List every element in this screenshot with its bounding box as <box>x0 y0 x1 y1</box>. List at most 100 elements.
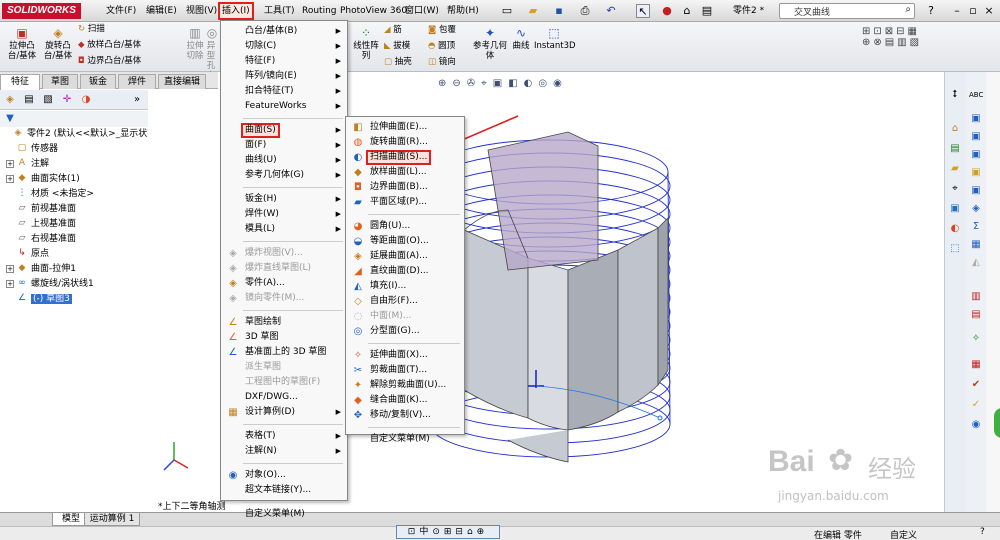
help-icon[interactable]: ? <box>924 4 938 18</box>
menu-3[interactable]: 插入(I) <box>218 2 254 20</box>
menu-item[interactable]: ▰ 平面区域(P)... <box>346 195 464 210</box>
menu-item[interactable]: ◉ 对象(O)... <box>221 468 347 483</box>
open-icon[interactable]: ▰ <box>526 4 540 18</box>
menu-item[interactable]: 模具(L) ▶ <box>221 222 347 237</box>
mirror-button[interactable]: ◫ 镜向 <box>428 57 468 67</box>
close-icon[interactable]: × <box>982 4 996 18</box>
traffic-light-icon[interactable]: ● <box>660 4 674 18</box>
expand-toggle[interactable]: + <box>6 264 14 273</box>
view-cube-back-icon[interactable]: ▣ <box>969 166 983 180</box>
view-palette-icon[interactable]: ⬚ <box>948 242 962 256</box>
tab-1[interactable]: 草图 <box>42 74 78 89</box>
instant3d-button[interactable]: ⬚ Instant3D <box>534 26 576 51</box>
menu-item[interactable]: ✥ 移动/复制(V)... <box>346 408 464 423</box>
options-icon[interactable]: ▤ <box>700 4 714 18</box>
validate-icon[interactable]: ✓ <box>969 398 983 412</box>
menu-item[interactable]: 自定义菜单(M) <box>221 507 347 522</box>
smart-fasteners-icon[interactable]: ✧ <box>969 332 983 346</box>
isometric-view-icon[interactable]: ◈ <box>969 202 983 216</box>
tree-item[interactable]: ↳ 原点 <box>6 247 49 261</box>
menu-item[interactable]: ∠ 草图绘制 <box>221 315 347 330</box>
help-status-icon[interactable]: ? <box>980 527 985 537</box>
menu-item[interactable]: ◒ 等距曲面(O)... <box>346 234 464 249</box>
render-icon[interactable]: ◉ <box>969 418 983 432</box>
menu-8[interactable]: 帮助(H) <box>445 4 481 18</box>
expand-toggle[interactable]: + <box>6 174 14 183</box>
tree-item[interactable]: + A 注解 <box>6 157 49 171</box>
menu-item[interactable]: DXF/DWG... <box>221 390 347 405</box>
view-cube-bottom-icon[interactable]: ▣ <box>969 184 983 198</box>
equation-icon[interactable]: ▦ <box>969 238 983 252</box>
tree-item[interactable]: + ◆ 曲面实体(1) <box>6 172 80 186</box>
tab-4[interactable]: 直接编辑 <box>158 74 206 89</box>
new-doc-icon[interactable]: ▭ <box>500 4 514 18</box>
curves-button[interactable]: ∿ 曲线 <box>508 26 534 51</box>
menu-item[interactable]: ✧ 延伸曲面(X)... <box>346 348 464 363</box>
bottom-tab-1[interactable]: 运动算例 1 <box>84 513 140 526</box>
menu-item[interactable]: 钣金(H) ▶ <box>221 192 347 207</box>
menu-item[interactable]: ◕ 圆角(U)... <box>346 219 464 234</box>
feature-manager-icon[interactable]: ◈ <box>3 93 17 107</box>
tab-0[interactable]: 特征 <box>0 74 40 90</box>
boundary-boss-button[interactable]: ◘ 边界凸台/基体 <box>78 56 178 66</box>
menu-4[interactable]: 工具(T) <box>262 4 297 18</box>
menu-item[interactable]: 自定义菜单(M) <box>346 432 464 447</box>
menu-item[interactable]: ◎ 分型面(G)... <box>346 324 464 339</box>
menu-item[interactable]: ◐ 扫描曲面(S)... <box>346 150 464 165</box>
menu-item[interactable]: ◆ 放样曲面(L)... <box>346 165 464 180</box>
menu-item[interactable]: 表格(T) ▶ <box>221 429 347 444</box>
expand-panel-icon[interactable]: » <box>130 93 144 107</box>
menu-7[interactable]: 窗口(W) <box>403 4 441 18</box>
spell-check-icon[interactable]: ABC <box>969 88 983 102</box>
search-input[interactable]: 交叉曲线 <box>794 5 830 18</box>
analyze-icon[interactable]: ▦ <box>969 358 983 372</box>
menu-item[interactable]: 特征(F) ▶ <box>221 54 347 69</box>
tree-item[interactable]: ▱ 前视基准面 <box>6 202 76 216</box>
menu-item[interactable]: 参考几何体(G) ▶ <box>221 168 347 183</box>
tree-item[interactable]: ◈ 零件2 (默认<<默认>_显示状态 <box>2 127 157 141</box>
menu-item[interactable]: ∠ 基准面上的 3D 草图 <box>221 345 347 360</box>
sweep-button[interactable]: ↻ 扫描 <box>78 24 178 34</box>
reference-geometry-button[interactable]: ✦ 参考几何体 <box>472 26 508 61</box>
menu-item[interactable]: ◭ 填充(I)... <box>346 279 464 294</box>
tree-item[interactable]: ▱ 右视基准面 <box>6 232 76 246</box>
tree-view-icon[interactable]: ▤ <box>948 142 962 156</box>
appearance-icon[interactable]: ⌖ <box>948 182 962 196</box>
expand-toggle[interactable]: + <box>6 159 14 168</box>
menu-item[interactable]: ◢ 直纹曲面(D)... <box>346 264 464 279</box>
tree-item[interactable]: ▱ 上视基准面 <box>6 217 76 231</box>
menu-item[interactable]: FeatureWorks ▶ <box>221 99 347 114</box>
search-icon[interactable]: ⌕ <box>905 4 911 15</box>
menu-item[interactable]: ◇ 自由形(F)... <box>346 294 464 309</box>
print-icon[interactable]: ⎙ <box>578 4 592 18</box>
menu-item[interactable]: 扣合特征(T) ▶ <box>221 84 347 99</box>
undo-icon[interactable]: ↶ <box>604 4 618 18</box>
sigma-icon[interactable]: Σ <box>969 220 983 234</box>
menu-item[interactable]: 焊件(W) ▶ <box>221 207 347 222</box>
dome-button[interactable]: ◓ 圆顶 <box>428 41 468 51</box>
configuration-manager-icon[interactable]: ▧ <box>41 93 55 107</box>
tree-filter[interactable]: ▼ <box>0 111 148 127</box>
view-cube-top-icon[interactable]: ▣ <box>969 130 983 144</box>
extrude-boss-button[interactable]: ▣ 拉伸凸台/基体 <box>4 26 40 61</box>
wrap-button[interactable]: ◙ 包覆 <box>428 25 468 35</box>
menu-item[interactable]: 曲面(S) ▶ <box>221 123 347 138</box>
menu-item[interactable]: 注解(N) ▶ <box>221 444 347 459</box>
menu-item[interactable]: ✦ 解除剪裁曲面(U)... <box>346 378 464 393</box>
loft-button[interactable]: ◆ 放样凸台/基体 <box>78 40 178 50</box>
property-manager-icon[interactable]: ▤ <box>22 93 36 107</box>
menu-item[interactable]: ◘ 边界曲面(B)... <box>346 180 464 195</box>
tree-item[interactable]: ⋮ 材质 <未指定> <box>6 187 94 201</box>
tree-item[interactable]: ∠ (-) 草图3 <box>6 292 72 306</box>
view-cube-right-icon[interactable]: ▣ <box>969 148 983 162</box>
menu-item[interactable]: ✂ 剪裁曲面(T)... <box>346 363 464 378</box>
measure-icon[interactable]: ◭ <box>969 256 983 270</box>
menu-1[interactable]: 编辑(E) <box>144 4 179 18</box>
draft-button[interactable]: ◣ 拔模 <box>384 41 424 51</box>
menu-item[interactable]: ◍ 旋转曲面(R)... <box>346 135 464 150</box>
menu-item[interactable]: 面(F) ▶ <box>221 138 347 153</box>
tree-item[interactable]: + ∞ 螺旋线/涡状线1 <box>6 277 94 291</box>
menu-5[interactable]: Routing <box>300 4 339 18</box>
linear-pattern-button[interactable]: ⁘ 线性阵列 <box>352 26 380 61</box>
menu-6[interactable]: PhotoView 360 <box>338 4 409 18</box>
